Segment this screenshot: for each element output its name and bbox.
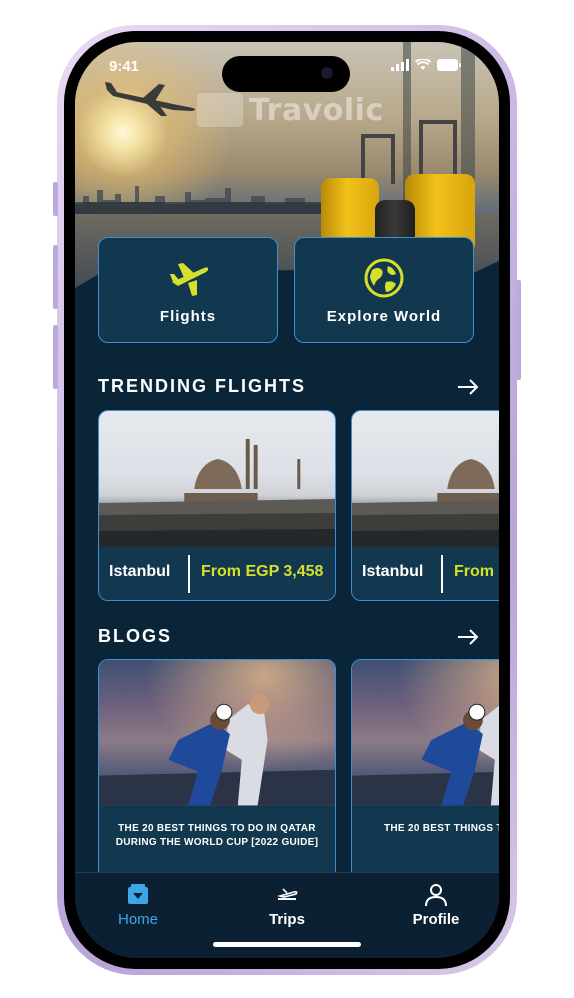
side-button-volume-down <box>53 325 58 389</box>
flight-card-divider <box>441 555 443 593</box>
football-players-image <box>352 660 499 806</box>
status-time: 9:41 <box>109 58 140 75</box>
side-button-power <box>516 280 521 380</box>
flights-tile-label: Flights <box>159 308 217 325</box>
football-players-illustration <box>99 694 335 806</box>
istanbul-mosque-image <box>99 411 335 547</box>
flight-price: From EGP 3,458 <box>454 563 499 580</box>
explore-world-tile[interactable]: Explore World <box>294 237 474 343</box>
blogs-see-all-arrow-icon[interactable] <box>457 628 479 646</box>
nav-profile-label: Profile <box>412 911 460 928</box>
cellular-signal-icon <box>391 59 409 71</box>
suitcase-handle <box>361 134 395 184</box>
person-icon <box>425 884 447 907</box>
home-indicator <box>213 942 361 947</box>
nav-home-label: Home <box>117 911 158 928</box>
trending-see-all-arrow-icon[interactable] <box>457 378 479 396</box>
nav-trips[interactable]: Trips <box>237 883 337 928</box>
mosque-skyline-image <box>99 439 335 547</box>
flight-card-info: Istanbul From EGP 3,458 <box>352 547 499 600</box>
flight-card[interactable]: Istanbul From EGP 3,458 <box>351 410 499 601</box>
istanbul-mosque-image <box>352 411 499 547</box>
home-icon <box>128 884 148 904</box>
flight-price: From EGP 3,458 <box>201 563 324 580</box>
flights-tile[interactable]: Flights <box>98 237 278 343</box>
suitcase-handle <box>419 120 457 180</box>
flight-card-divider <box>188 555 190 593</box>
suitcase-image <box>321 178 379 244</box>
status-icons <box>391 59 461 71</box>
brand-logo: Travolic <box>197 90 384 130</box>
battery-icon <box>437 59 461 71</box>
front-camera <box>321 67 333 79</box>
side-button-volume-up <box>53 245 58 309</box>
nav-home[interactable]: Home <box>88 883 188 928</box>
side-button-action <box>53 182 58 216</box>
airplane-photo <box>105 82 196 116</box>
nav-profile[interactable]: Profile <box>386 883 486 928</box>
app-screen: Travolic 9:41 Flights Explore World TREN… <box>75 42 499 958</box>
flight-city: Istanbul <box>362 563 424 580</box>
football-players-illustration <box>352 703 499 806</box>
globe-icon <box>364 258 404 298</box>
flight-card[interactable]: Istanbul From EGP 3,458 <box>98 410 336 601</box>
plane-ticket-icon <box>276 888 298 900</box>
flight-city: Istanbul <box>109 563 171 580</box>
wifi-icon <box>415 59 431 70</box>
blog-title: THE 20 BEST THINGS TO DO IN QATAR DURING… <box>115 823 319 848</box>
logo-icon <box>197 93 243 127</box>
flight-card-info: Istanbul From EGP 3,458 <box>99 547 335 600</box>
blog-card[interactable]: THE 20 BEST THINGS TO DO IN QATAR DURING… <box>98 659 336 899</box>
nav-trips-label: Trips <box>269 911 305 928</box>
mosque-skyline-image <box>352 439 499 547</box>
football-players-image <box>99 660 335 806</box>
trending-flights-title: TRENDING FLIGHTS <box>98 376 306 396</box>
blogs-title: BLOGS <box>98 626 173 646</box>
blog-title: THE 20 BEST THINGS TO DO IN QATAR DURING… <box>384 823 499 834</box>
explore-world-tile-label: Explore World <box>326 308 442 325</box>
airplane-icon <box>170 263 209 296</box>
blog-card[interactable]: THE 20 BEST THINGS TO DO IN QATAR DURING… <box>351 659 499 899</box>
brand-name: Travolic <box>249 92 384 128</box>
